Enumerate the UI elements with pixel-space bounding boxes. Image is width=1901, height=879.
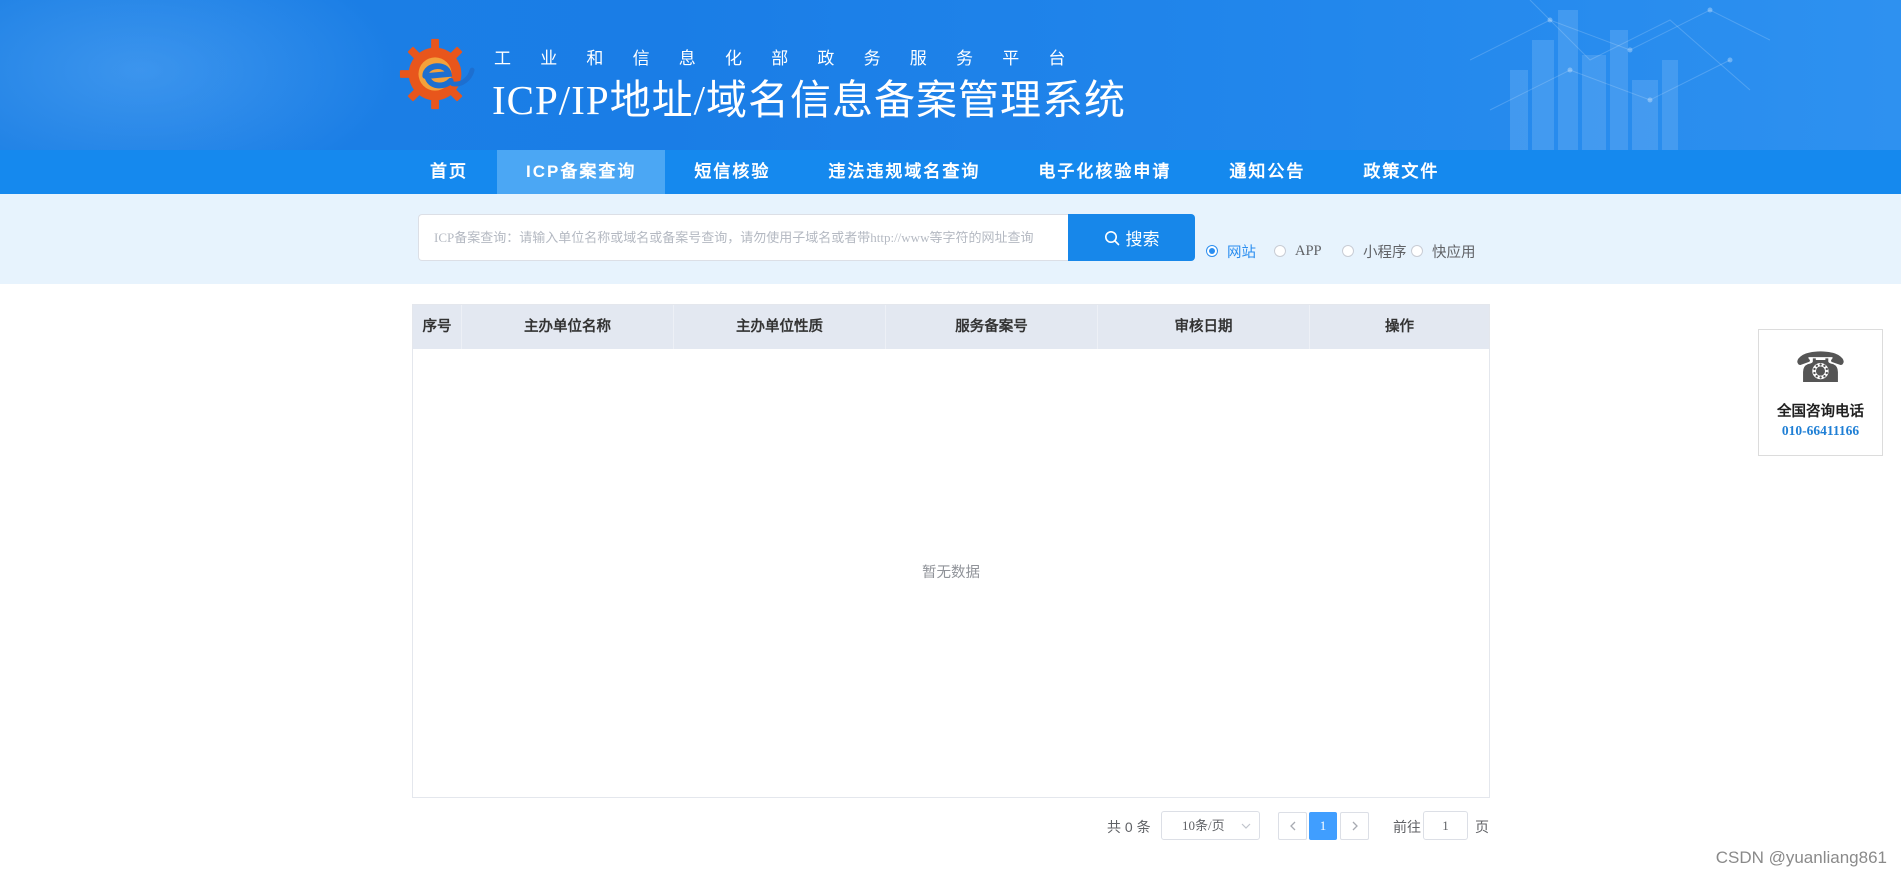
watermark-text: CSDN @yuanliang861 — [1715, 848, 1887, 867]
radio-label: 小程序 — [1363, 244, 1407, 261]
radio-app[interactable]: APP — [1274, 242, 1322, 260]
phone-icon: ☎ — [1794, 344, 1847, 391]
empty-state-text: 暂无数据 — [922, 565, 980, 581]
column-header-actions: 操作 — [1385, 319, 1414, 335]
radio-label: 网站 — [1227, 244, 1256, 261]
search-icon — [1104, 230, 1119, 245]
header-banner: 工业和信息化部政务服务平台 ICP/IP地址/域名信息备案管理系统 — [0, 0, 1901, 150]
nav-item-home[interactable]: 首页 — [401, 150, 497, 194]
search-button[interactable]: 搜索 — [1068, 214, 1195, 261]
nav-item-electronic-verify-apply[interactable]: 电子化核验申请 — [1009, 150, 1200, 194]
column-header-review-date: 审核日期 — [1098, 305, 1310, 349]
nav-item-notices[interactable]: 通知公告 — [1200, 150, 1334, 194]
column-header-org-type: 主办单位性质 — [674, 305, 886, 349]
main-nav: 首页 ICP备案查询 短信核验 违法违规域名查询 电子化核验申请 通知公告 政策… — [0, 150, 1901, 194]
nav-item-illegal-domain-query[interactable]: 违法违规域名查询 — [799, 150, 1009, 194]
radio-unchecked-icon — [1274, 245, 1286, 257]
next-page-button[interactable] — [1340, 812, 1369, 840]
radio-website[interactable]: 网站 — [1206, 242, 1256, 261]
radio-mini-program[interactable]: 小程序 — [1342, 242, 1407, 261]
skyline-decoration — [1470, 0, 1770, 150]
results-table: 序号 主办单位名称 主办单位性质 服务备案号 审核日期 操作 暂无数据 — [412, 304, 1490, 798]
nav-item-sms-verify[interactable]: 短信核验 — [665, 150, 799, 194]
nav-item-icp-query[interactable]: ICP备案查询 — [497, 150, 666, 194]
prev-page-button[interactable] — [1278, 812, 1307, 840]
chevron-down-icon — [1241, 823, 1251, 829]
nav-item-policy-docs[interactable]: 政策文件 — [1334, 150, 1468, 194]
chevron-right-icon — [1352, 821, 1358, 831]
header-glow-decoration — [0, 0, 400, 150]
column-header-org-name: 主办单位名称 — [462, 305, 674, 349]
radio-unchecked-icon — [1342, 245, 1354, 257]
search-button-label: 搜索 — [1125, 230, 1160, 249]
column-header-record-number: 服务备案号 — [886, 305, 1098, 349]
contact-label: 全国咨询电话 — [1777, 404, 1864, 420]
page-title: ICP/IP地址/域名信息备案管理系统 — [492, 77, 1127, 123]
search-input[interactable] — [418, 214, 1068, 261]
page-size-select[interactable]: 10条/页 — [1161, 811, 1260, 840]
radio-label: 快应用 — [1432, 244, 1476, 261]
radio-checked-icon — [1206, 245, 1218, 257]
contact-phone-widget[interactable]: ☎ 全国咨询电话 010-66411166 — [1758, 329, 1883, 456]
contact-number: 010-66411166 — [1781, 423, 1860, 438]
gear-e-logo-icon — [399, 38, 475, 110]
radio-quick-app[interactable]: 快应用 — [1411, 242, 1476, 261]
goto-label: 前往 — [1393, 819, 1421, 835]
radio-unchecked-icon — [1411, 245, 1423, 257]
chevron-left-icon — [1289, 821, 1295, 831]
goto-page-input[interactable] — [1423, 811, 1468, 840]
page-number-current[interactable]: 1 — [1309, 812, 1337, 840]
page-size-value: 10条/页 — [1182, 818, 1225, 833]
column-header-index: 序号 — [413, 305, 462, 349]
radio-label: APP — [1295, 242, 1322, 259]
page-unit-label: 页 — [1475, 819, 1489, 835]
table-header: 序号 主办单位名称 主办单位性质 服务备案号 审核日期 操作 — [413, 305, 1489, 349]
pagination-total: 共 0 条 — [1107, 819, 1151, 835]
